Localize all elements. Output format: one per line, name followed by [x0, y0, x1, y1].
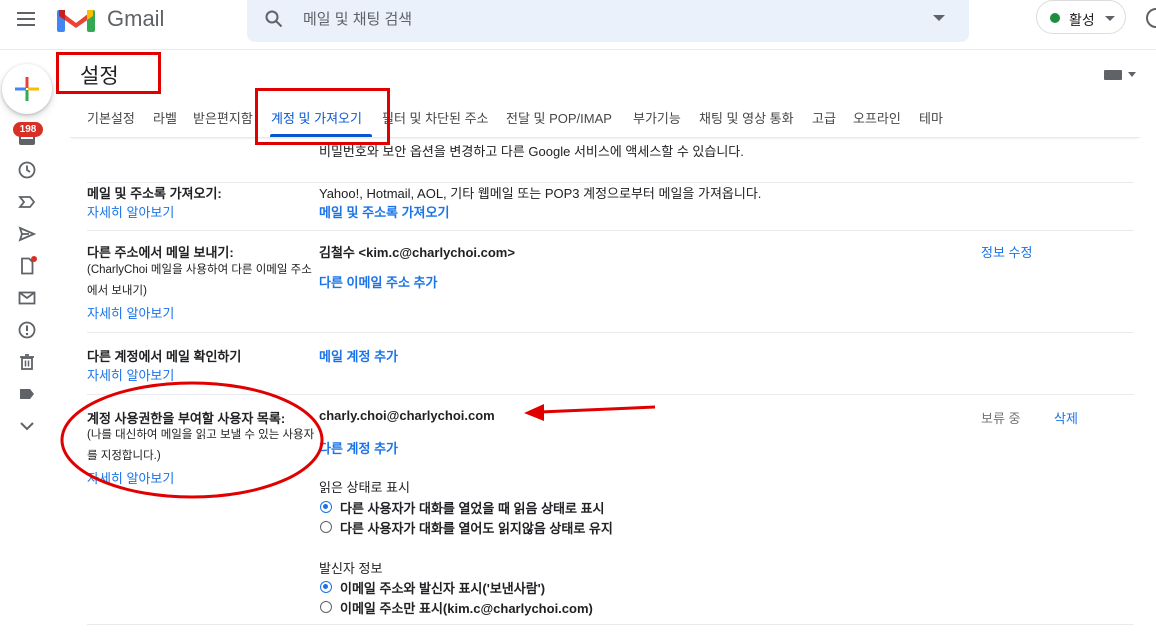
input-tools-button[interactable]	[1104, 68, 1140, 84]
check-mail-row: 다른 계정에서 메일 확인하기 자세히 알아보기 메일 계정 추가	[87, 333, 1134, 395]
add-another-account-link[interactable]: 다른 계정 추가	[319, 438, 398, 457]
account-settings-row: 비밀번호와 보안 옵션을 변경하고 다른 Google 서비스에 액세스할 수 …	[87, 139, 1134, 183]
delegate-description: (나를 대신하여 메일을 읽고 보낼 수 있는 사용자를 지정합니다.)	[87, 429, 315, 462]
send-as-title: 다른 주소에서 메일 보내기:	[87, 245, 234, 260]
tab-inbox[interactable]: 받은편지함	[193, 108, 253, 127]
tab-advanced[interactable]: 고급	[812, 108, 836, 127]
import-row: 메일 및 주소록 가져오기: 자세히 알아보기 Yahoo!, Hotmail,…	[87, 183, 1134, 231]
send-as-learn-more-link[interactable]: 자세히 알아보기	[87, 303, 174, 322]
add-email-address-link[interactable]: 다른 이메일 주소 추가	[319, 272, 437, 291]
delegate-row: 계정 사용권한을 부여할 사용자 목록: (나를 대신하여 메일을 읽고 보낼 …	[87, 395, 1134, 625]
show-address-and-sender-radio[interactable]	[320, 581, 332, 593]
check-mail-title: 다른 계정에서 메일 확인하기	[87, 349, 242, 364]
read-status-heading: 읽은 상태로 표시	[319, 480, 410, 495]
send-as-description: (CharlyChoi 메일을 사용하여 다른 이메일 주소에서 보내기)	[87, 264, 312, 297]
support-icon[interactable]	[1146, 8, 1156, 28]
show-address-only-radio[interactable]	[320, 601, 332, 613]
send-as-address: 김철수 <kim.c@charlychoi.com>	[319, 245, 515, 260]
keep-unread-label[interactable]: 다른 사용자가 대화를 열어도 읽지않음 상태로 유지	[340, 518, 613, 537]
mark-read-label[interactable]: 다른 사용자가 대화를 열었을 때 읽음 상태로 표시	[340, 498, 604, 517]
show-address-only-label[interactable]: 이메일 주소만 표시(kim.c@charlychoi.com)	[340, 598, 593, 617]
chevron-down-icon	[1105, 16, 1115, 21]
delegate-status: 보류 중	[981, 411, 1021, 426]
search-options-icon[interactable]	[933, 15, 945, 21]
search-icon[interactable]	[265, 10, 283, 28]
tab-general[interactable]: 기본설정	[87, 108, 135, 127]
sender-info-heading: 발신자 정보	[319, 561, 383, 576]
import-title: 메일 및 주소록 가져오기:	[87, 186, 222, 201]
tab-labels[interactable]: 라벨	[153, 108, 177, 127]
tab-addons[interactable]: 부가기능	[633, 108, 681, 127]
unread-count-badge: 198	[13, 122, 43, 137]
delegate-learn-more-link[interactable]: 자세히 알아보기	[87, 468, 174, 487]
gmail-logo[interactable]	[56, 4, 96, 34]
show-address-and-sender-label[interactable]: 이메일 주소와 발신자 표시('보낸사람')	[340, 578, 545, 597]
tab-chat-meet[interactable]: 채팅 및 영상 통화	[699, 108, 794, 127]
import-mail-contacts-link[interactable]: 메일 및 주소록 가져오기	[319, 202, 449, 221]
keep-unread-radio[interactable]	[320, 521, 332, 533]
plus-icon	[15, 77, 39, 101]
check-mail-learn-more-link[interactable]: 자세히 알아보기	[87, 365, 174, 384]
edit-info-link[interactable]: 정보 수정	[981, 242, 1032, 261]
keyboard-icon	[1104, 70, 1122, 80]
status-button[interactable]: 활성	[1036, 0, 1126, 34]
tab-filters[interactable]: 필터 및 차단된 주소	[382, 108, 489, 127]
chevron-down-icon	[1128, 72, 1136, 77]
delete-delegate-link[interactable]: 삭제	[1054, 408, 1078, 427]
compose-button[interactable]	[2, 64, 52, 114]
mark-read-radio[interactable]	[320, 501, 332, 513]
send-as-row: 다른 주소에서 메일 보내기: (CharlyChoi 메일을 사용하여 다른 …	[87, 231, 1134, 333]
status-dot-icon	[1050, 13, 1060, 23]
annotation-title-box	[56, 52, 161, 94]
main-menu-icon[interactable]	[14, 8, 42, 32]
top-bar: Gmail 활성	[0, 0, 1156, 50]
status-label: 활성	[1069, 12, 1095, 28]
tab-themes[interactable]: 테마	[919, 108, 943, 127]
tab-offline[interactable]: 오프라인	[853, 108, 901, 127]
annotation-tab-box	[255, 88, 390, 145]
add-mail-account-link[interactable]: 메일 계정 추가	[319, 346, 398, 365]
settings-content: 비밀번호와 보안 옵션을 변경하고 다른 Google 서비스에 액세스할 수 …	[0, 139, 1156, 639]
tab-forwarding-pop-imap[interactable]: 전달 및 POP/IMAP	[506, 108, 612, 127]
search-bar[interactable]	[247, 0, 969, 42]
settings-tabs: 기본설정 라벨 받은편지함 계정 및 가져오기 필터 및 차단된 주소 전달 및…	[70, 98, 1140, 138]
import-learn-more-link[interactable]: 자세히 알아보기	[87, 202, 174, 221]
import-description: Yahoo!, Hotmail, AOL, 기타 웹메일 또는 POP3 계정으…	[319, 186, 762, 201]
app-name: Gmail	[107, 6, 165, 31]
delegate-email: charly.choi@charlychoi.com	[319, 408, 495, 423]
search-input[interactable]	[303, 8, 903, 30]
